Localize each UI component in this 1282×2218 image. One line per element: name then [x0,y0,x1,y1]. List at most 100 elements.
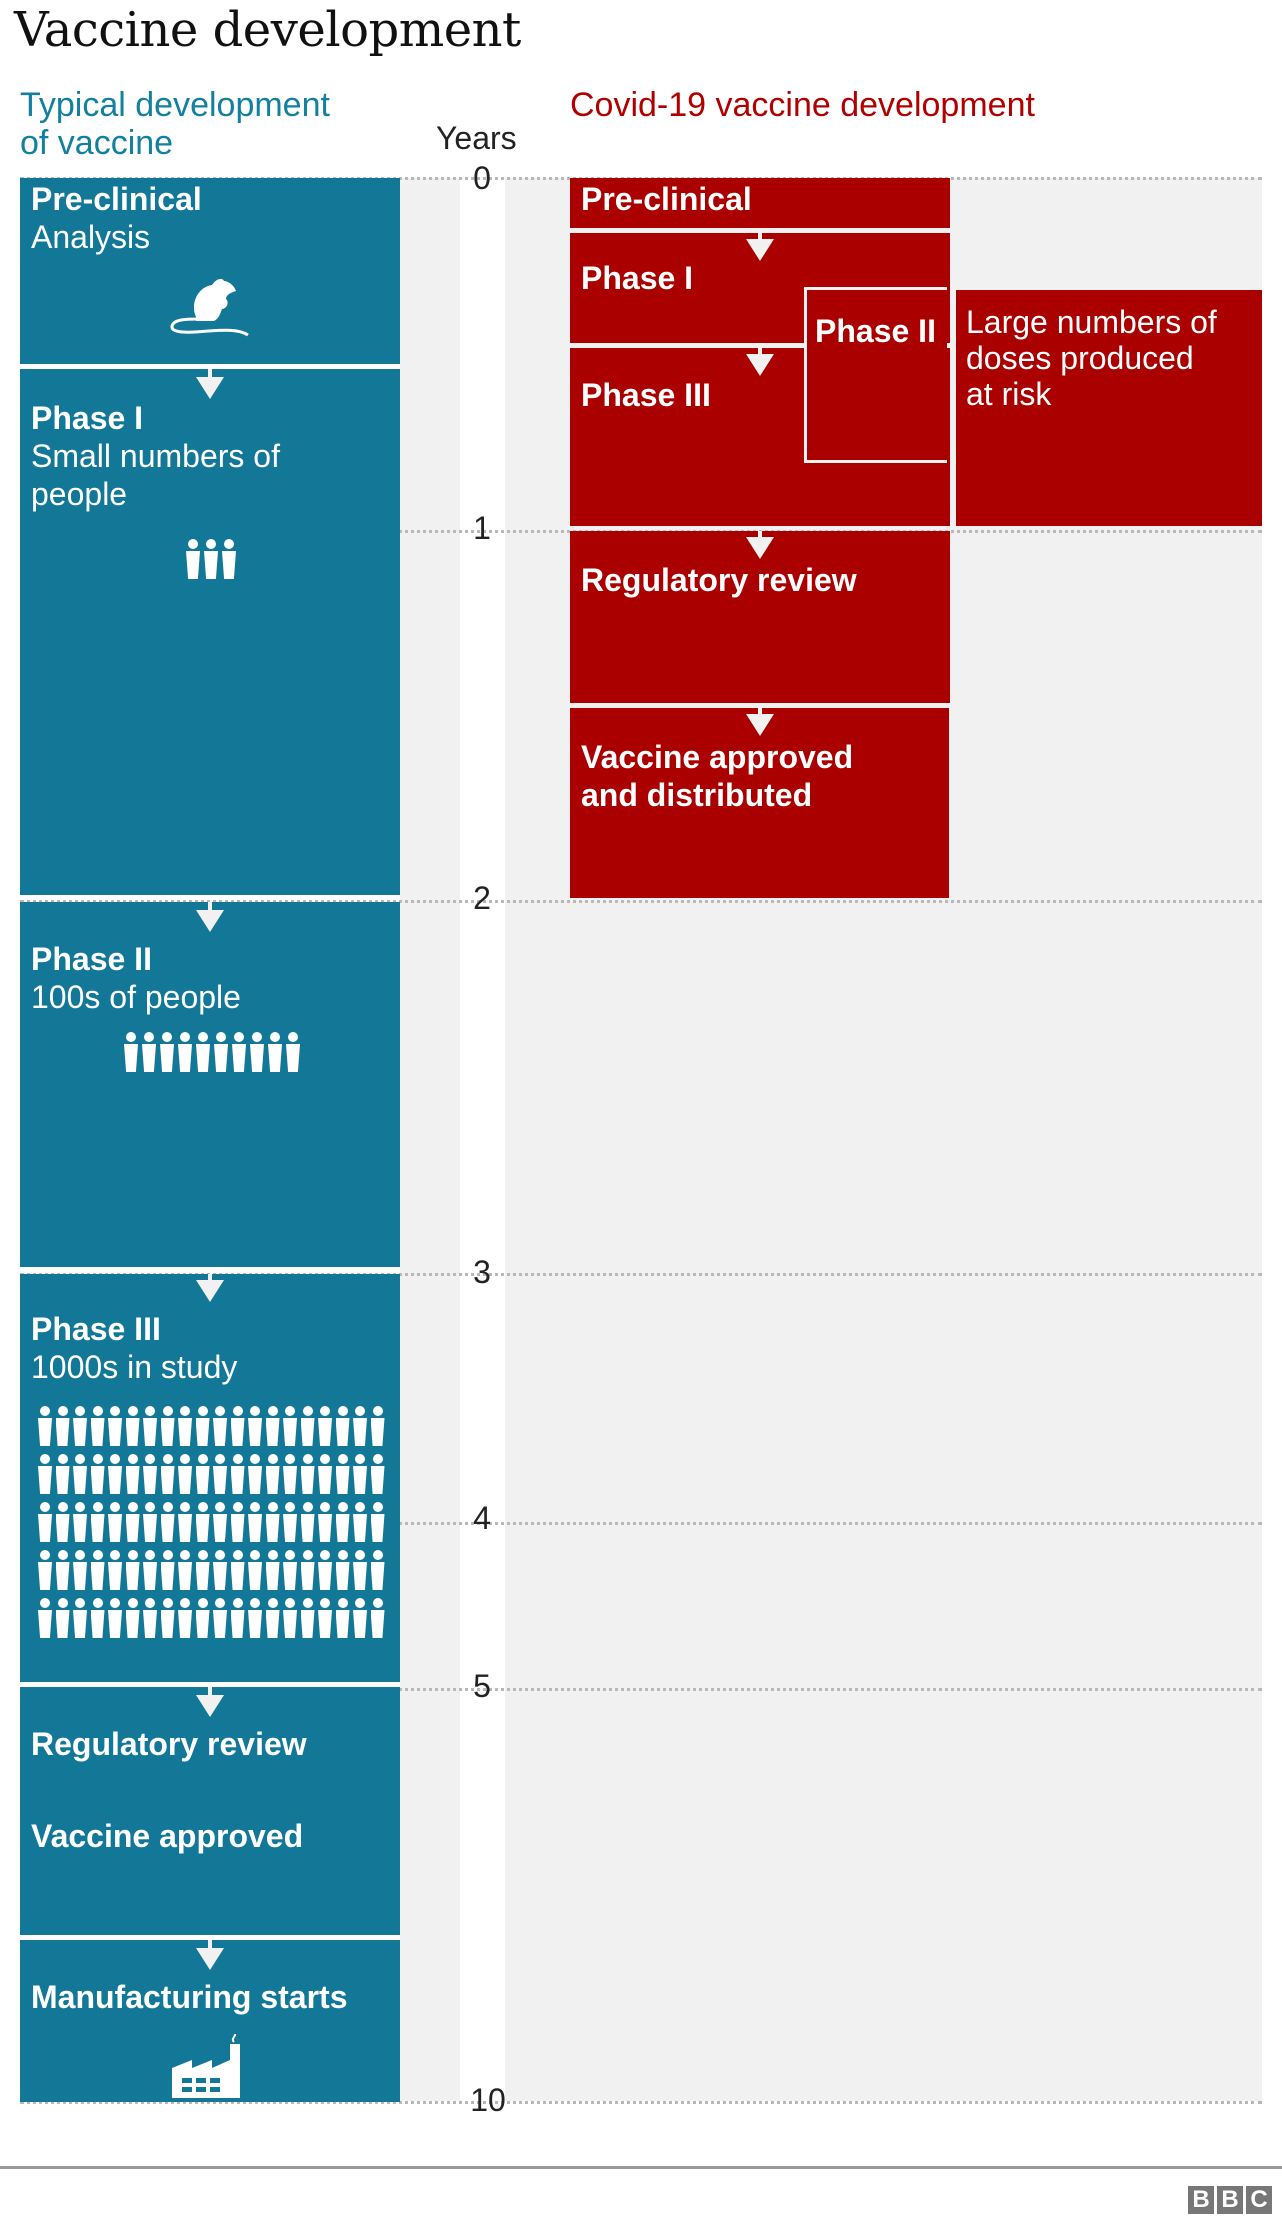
people-icon [38,1406,388,1646]
tick-label-4: 4 [473,1500,491,1536]
person-icon [248,1550,262,1590]
person-icon [38,1550,52,1590]
person-icon [55,1406,70,1446]
arrow-down-icon [746,354,774,376]
person-icon [38,1406,52,1446]
stage-subtitle: 1000s in study [31,1349,238,1385]
person-icon [178,1032,192,1072]
typical-heading: Typical development of vaccine [20,86,420,162]
footer-divider [0,2166,1282,2169]
axis-label: Years [436,120,517,156]
stage-title-line1: Vaccine approved [581,739,854,775]
stage-title-line2: and distributed [581,777,813,813]
person-icon [230,1550,245,1590]
typical-stage-phase1: Phase I Small numbers of people [20,369,400,895]
side-note-line2: doses produced [966,340,1194,376]
tick-label-2: 2 [473,880,491,916]
person-icon [265,1454,280,1494]
person-icon [55,1454,70,1494]
person-icon [38,1502,52,1542]
person-icon [318,1502,332,1542]
person-icon [178,1550,192,1590]
person-icon [370,1454,385,1494]
people-row [38,1502,388,1542]
person-icon [73,1502,87,1542]
person-icon [353,1406,367,1446]
person-icon [353,1550,367,1590]
person-icon [178,1502,192,1542]
covid-stage-approved: Vaccine approved and distributed [570,708,949,898]
people-icon [186,539,240,579]
person-icon [160,1406,175,1446]
person-icon [283,1454,297,1494]
stage-title: Phase I [581,260,694,296]
person-icon [300,1550,315,1590]
typical-stage-preclinical: Pre-clinical Analysis [20,178,400,364]
person-icon [318,1550,332,1590]
person-icon [160,1454,175,1494]
person-icon [370,1550,385,1590]
person-icon [178,1598,192,1638]
person-icon [178,1454,192,1494]
person-icon [125,1454,140,1494]
person-icon [335,1598,350,1638]
person-icon [370,1502,385,1542]
mouse-icon [170,278,249,337]
arrow-down-icon [196,910,224,932]
person-icon [160,1032,174,1072]
stage-subtitle-line1: Small numbers of [31,438,280,474]
person-icon [248,1454,262,1494]
person-icon [55,1502,70,1542]
person-icon [38,1598,52,1638]
person-icon [213,1550,227,1590]
person-icon [213,1502,227,1542]
person-icon [283,1502,297,1542]
person-icon [125,1502,140,1542]
person-icon [73,1406,87,1446]
person-icon [73,1550,87,1590]
stage-subtitle: 100s of people [31,979,241,1015]
person-icon [265,1502,280,1542]
arrow-down-icon [746,537,774,559]
person-icon [318,1598,332,1638]
stage-title: Phase I [31,400,144,436]
person-icon [335,1502,350,1542]
person-icon [213,1454,227,1494]
bbc-logo: B B C [1188,2186,1272,2214]
person-icon [335,1550,350,1590]
person-icon [195,1502,210,1542]
person-icon [214,1032,228,1072]
person-icon [265,1406,280,1446]
people-row [38,1550,388,1590]
person-icon [90,1550,105,1590]
stage-title: Regulatory review [581,562,857,598]
arrow-down-icon [196,1280,224,1302]
typical-heading-line2: of vaccine [20,124,174,162]
typical-stage-regulatory: Regulatory review Vaccine approved [20,1687,400,1935]
covid-heading: Covid-19 vaccine development [570,86,1035,124]
person-icon [370,1406,385,1446]
covid-side-note-doses: Large numbers of doses produced at risk [956,290,1262,526]
person-icon [108,1454,122,1494]
person-icon [108,1550,122,1590]
person-icon [283,1406,297,1446]
person-icon [73,1598,87,1638]
side-note-text: Large numbers of doses produced at risk [966,304,1217,412]
arrow-down-icon [196,1695,224,1717]
person-icon [160,1502,175,1542]
person-icon [55,1550,70,1590]
typical-heading-line1: Typical development [20,86,330,124]
person-icon [318,1406,332,1446]
person-icon [318,1454,332,1494]
covid-stage-phase2: Phase II [804,287,947,463]
left-grey-panel [400,178,460,2101]
person-icon [178,1406,192,1446]
person-icon [248,1598,262,1638]
person-icon [370,1598,385,1638]
tick-label-0: 0 [473,160,491,196]
stage-title: Regulatory review [31,1726,307,1762]
person-icon [283,1598,297,1638]
person-icon [38,1454,52,1494]
person-icon [353,1454,367,1494]
person-icon [230,1406,245,1446]
